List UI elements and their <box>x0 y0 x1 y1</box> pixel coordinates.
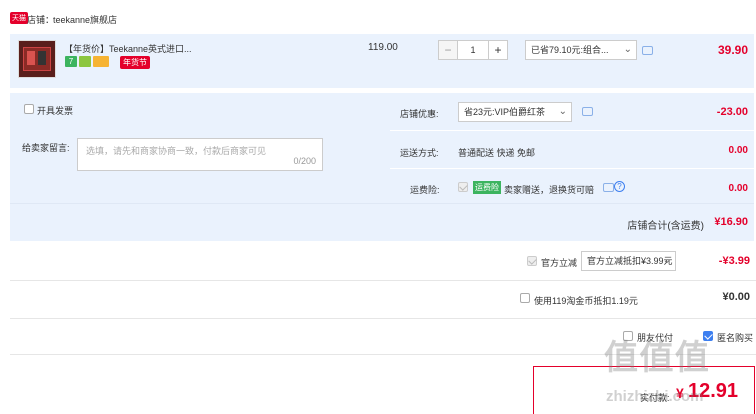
chevron-down-icon: ⌄ <box>558 106 567 117</box>
message-field[interactable]: 选填，请先和商家协商一致，付款后商家可见 0/200 <box>77 138 323 171</box>
order-options: 开具发票 给卖家留言: 选填，请先和商家协商一致，付款后商家可见 0/200 店… <box>10 93 754 241</box>
row-divider <box>390 168 754 169</box>
chevron-down-icon: ⌄ <box>623 44 632 55</box>
shop-discount-select-value: 省23元:VIP伯爵红茶 <box>464 107 546 117</box>
invoice-label[interactable]: 开具发票 <box>37 104 73 117</box>
shop-total-value: ¥16.90 <box>714 216 748 228</box>
shop-total-label: 店铺合计(含运费) <box>627 221 704 232</box>
delivery-method: 普通配送 快递 免邮 <box>458 148 536 158</box>
options-right-panel: 店铺优惠: 省23元:VIP伯爵红茶 ⌄ -23.00 运送方式: 普通配送 快… <box>380 93 754 203</box>
chat-icon[interactable] <box>642 46 653 55</box>
message-label: 给卖家留言: <box>22 143 70 153</box>
tmall-badge: 天猫 <box>10 12 28 24</box>
coins-label[interactable]: 使用119淘金币抵扣1.19元 <box>534 294 638 307</box>
quantity-stepper: − 1 + <box>438 40 510 60</box>
shop-discount-value: -23.00 <box>716 106 748 118</box>
anonymous-checkbox[interactable] <box>703 331 713 341</box>
product-image-tin <box>38 51 46 65</box>
anonymous-label[interactable]: 匿名购买 <box>717 331 753 344</box>
chevron-down-icon: ⌄ <box>662 255 671 266</box>
message-placeholder: 选填，请先和商家协商一致，付款后商家可见 <box>86 146 267 156</box>
item-subtotal: 39.90 <box>717 43 748 57</box>
product-image-tin <box>27 51 35 65</box>
product-image[interactable] <box>18 40 56 78</box>
row-divider <box>10 318 756 319</box>
promo-tag: 年货节 <box>120 56 150 69</box>
shop-discount-label: 店铺优惠: <box>400 109 439 119</box>
actual-payment-label: 实付款: <box>640 393 670 403</box>
quantity-minus-button[interactable]: − <box>438 40 458 60</box>
insurance-badge: 运费险 <box>473 181 501 194</box>
quantity-plus-button[interactable]: + <box>488 40 508 60</box>
insurance-value: 0.00 <box>728 183 748 194</box>
tmall-discount-checkbox <box>527 256 537 266</box>
delivery-label: 运送方式: <box>400 148 439 158</box>
insurance-label: 运费险: <box>410 185 440 195</box>
insurance-checkbox <box>458 182 468 192</box>
chat-icon[interactable] <box>603 183 614 192</box>
unit-price: 119.00 <box>368 42 398 53</box>
shop-header: 天猫 店铺： teekanne旗舰店 <box>10 10 310 28</box>
total-divider <box>10 203 754 204</box>
service-icon-shield <box>79 56 91 67</box>
help-icon[interactable]: ? <box>614 181 625 192</box>
delivery-value: 0.00 <box>728 145 748 156</box>
item-promo-select[interactable]: 已省79.10元:组合... ⌄ <box>525 40 637 60</box>
shop-name[interactable]: teekanne旗舰店 <box>53 13 117 26</box>
service-icon-card <box>93 56 109 67</box>
actual-payment-box: 实付款: ¥ 12.91 <box>533 366 755 414</box>
shop-discount-select[interactable]: 省23元:VIP伯爵红茶 ⌄ <box>458 102 572 122</box>
chat-icon[interactable] <box>582 107 593 116</box>
actual-payment-amount: 12.91 <box>688 380 739 402</box>
tmall-discount-label: 官方立减 <box>541 258 578 268</box>
friend-pay-checkbox[interactable] <box>623 331 633 341</box>
item-title[interactable]: 【年货价】Teekanne英式进口... <box>64 42 192 55</box>
message-counter: 0/200 <box>293 156 316 166</box>
tmall-discount-select[interactable]: 官方立减抵扣¥3.99元 ⌄ <box>581 251 676 271</box>
tmall-discount-value: -¥3.99 <box>718 255 750 267</box>
row-divider <box>10 280 756 281</box>
item-row: 【年货价】Teekanne英式进口... 7 年货节 119.00 − 1 + … <box>10 34 754 88</box>
row-divider <box>10 354 756 355</box>
insurance-text: 卖家赠送，退换货可赔 <box>504 185 595 195</box>
friend-pay-label[interactable]: 朋友代付 <box>637 331 673 344</box>
coins-checkbox[interactable] <box>520 293 530 303</box>
shop-label: 店铺： <box>27 15 55 25</box>
quantity-input[interactable]: 1 <box>457 40 489 60</box>
service-icon-7day: 7 <box>65 56 77 67</box>
actual-payment-currency: ¥ <box>676 385 684 401</box>
item-promo-select-value: 已省79.10元:组合... <box>531 45 609 55</box>
row-divider <box>390 130 754 131</box>
coins-value: ¥0.00 <box>722 291 750 303</box>
tmall-discount-select-value: 官方立减抵扣¥3.99元 <box>587 256 673 266</box>
invoice-checkbox[interactable] <box>24 104 34 114</box>
